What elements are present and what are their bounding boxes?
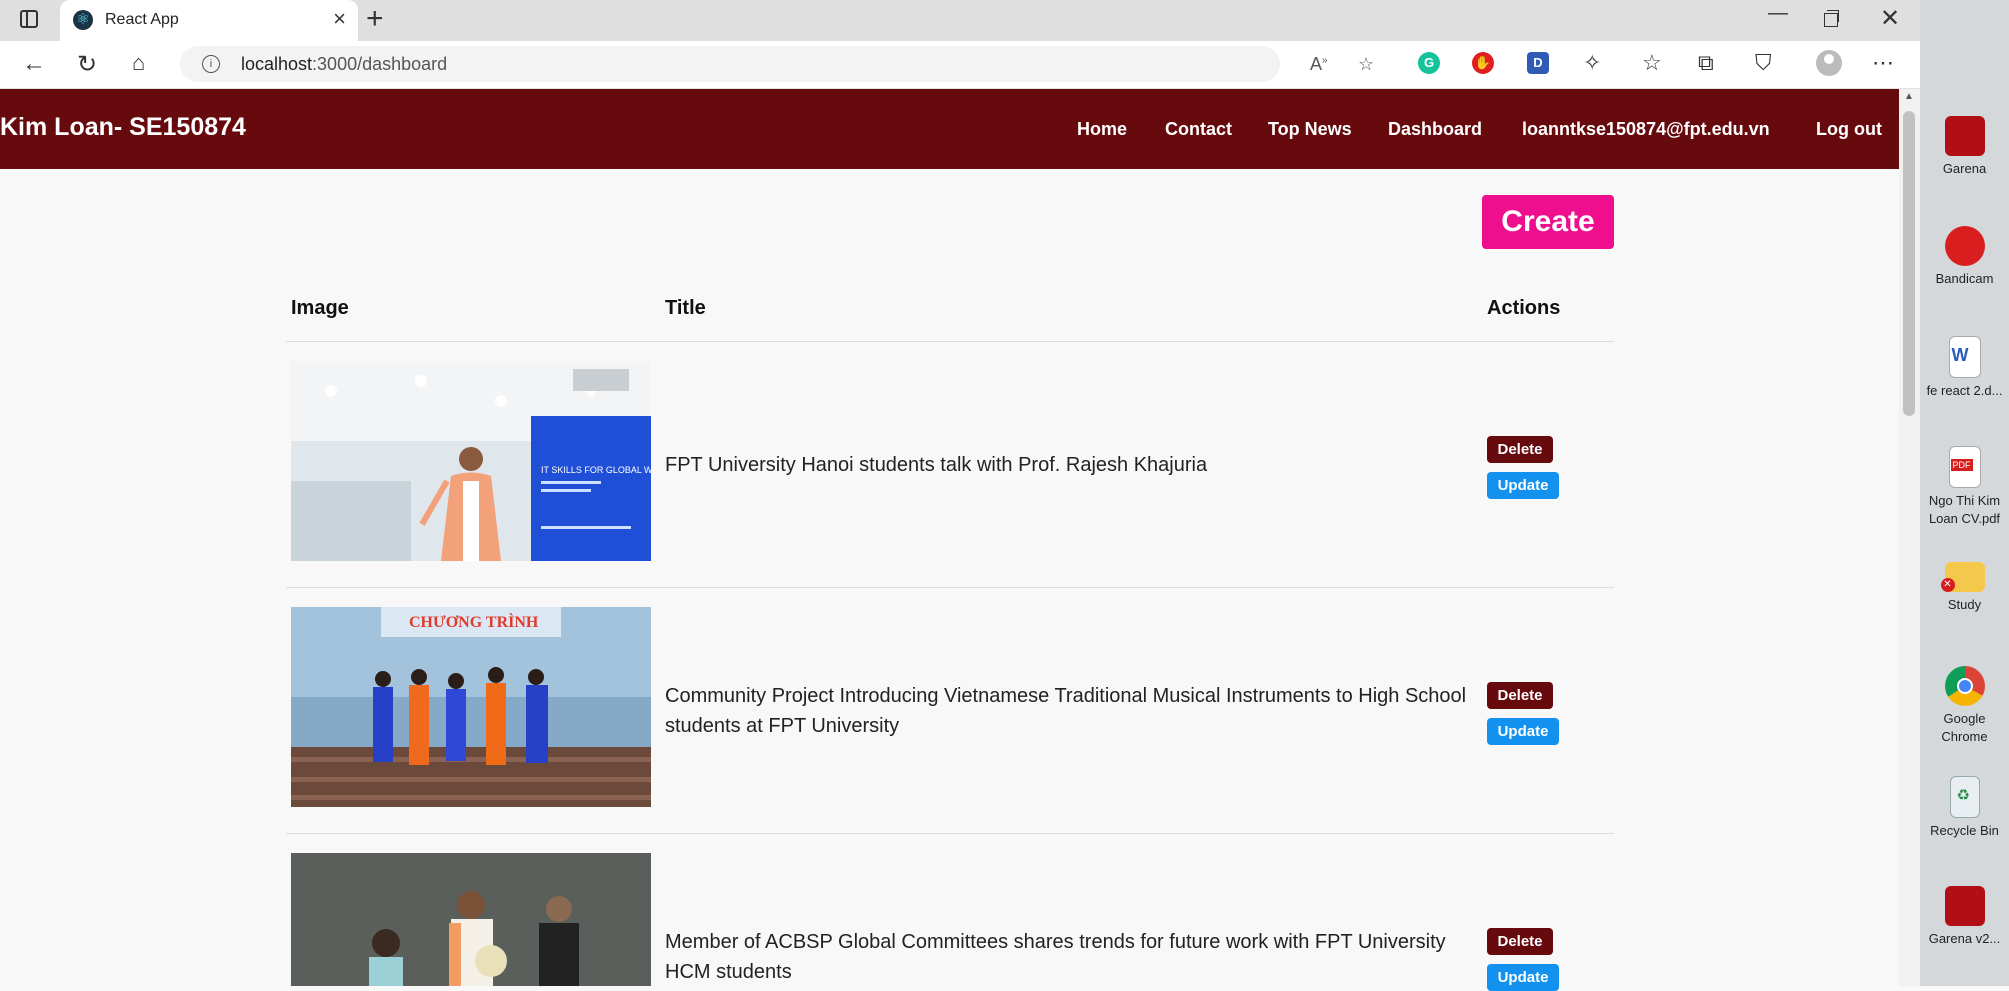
news-thumbnail: IT SKILLS FOR GLOBAL WORKFORCE [291,361,651,561]
react-favicon-icon: ⚛ [73,10,93,30]
desktop-icon-recycle-bin[interactable]: ♻ Recycle Bin [1920,776,2009,840]
word-document-icon: W [1948,336,1981,378]
row-divider [286,587,1614,588]
new-tab-icon[interactable]: + [366,2,384,36]
banner-text: CHƯƠNG TRÌNH [409,612,539,631]
restore-icon[interactable] [1824,10,1839,27]
brand-title[interactable]: Kim Loan- SE150874 [0,113,246,142]
url-text[interactable]: localhost:3000/dashboard [241,54,447,75]
update-button[interactable]: Update [1487,718,1559,745]
desktop-icon-chrome[interactable]: Google Chrome [1920,666,2009,746]
nav-contact[interactable]: Contact [1165,119,1232,140]
desktop-icon-label: Garena v2... [1928,931,2001,946]
browser-tab-bar: ⚛ React App × + — ✕ [0,0,1920,41]
nav-logout[interactable]: Log out [1816,119,1882,140]
desktop-icon-study-folder[interactable]: ✕ Study [1920,556,2009,614]
grammarly-extension-icon[interactable]: G [1418,52,1440,74]
profile-avatar[interactable] [1816,50,1842,76]
chrome-icon [1944,666,1985,706]
column-header-image: Image [291,297,349,319]
nav-home[interactable]: Home [1077,119,1127,140]
pdf-file-icon: PDF [1948,446,1981,488]
desktop-icon-bandicam[interactable]: Bandicam [1920,226,2009,288]
browser-tab[interactable]: ⚛ React App × [60,0,358,41]
row-divider [286,833,1614,834]
header-divider [286,341,1614,342]
garena-icon [1944,116,1985,156]
create-button[interactable]: Create [1482,195,1614,249]
minimize-icon[interactable]: — [1768,2,1788,25]
extensions-icon[interactable]: ✧ [1583,50,1601,76]
desktop-icon-garena[interactable]: Garena [1920,116,2009,178]
desktop-icon-label: Recycle Bin [1930,823,1999,838]
browser-essentials-icon[interactable]: ⛉ [1755,50,1772,76]
tab-close-icon[interactable]: × [333,6,346,32]
desktop-area: Garena Bandicam W fe react 2.d... PDF Ng… [1920,0,2009,986]
collections-icon[interactable]: ⧉ [1698,50,1714,76]
desktop-icon-label: Ngo Thi Kim Loan CV.pdf [1928,493,2001,526]
column-header-actions: Actions [1487,297,1561,319]
row-title: Member of ACBSP Global Committees shares… [665,931,1446,983]
update-button[interactable]: Update [1487,964,1559,991]
bandicam-icon [1944,226,1985,266]
tab-actions-icon[interactable] [20,10,38,28]
delete-button[interactable]: Delete [1487,682,1553,709]
nav-top-news[interactable]: Top News [1268,119,1352,140]
nav-user-email[interactable]: loanntkse150874@fpt.edu.vn [1522,119,1770,140]
more-menu-icon[interactable]: ⋯ [1872,50,1894,76]
slide-text: IT SKILLS FOR GLOBAL WORKFORCE [541,465,651,475]
row-title: FPT University Hanoi students talk with … [665,454,1208,476]
favorites-icon[interactable]: ☆ [1642,50,1662,76]
desktop-icon-label: fe react 2.d... [1926,383,2003,398]
column-header-title: Title [665,297,706,319]
desktop-icon-label: Study [1947,597,1982,612]
desktop-icon-label: Garena [1942,161,1987,176]
site-info-icon[interactable]: i [202,55,220,73]
desktop-icon-label: Google Chrome [1941,711,1988,744]
address-toolbar: ← ↻ ⌂ i localhost:3000/dashboard A» ☆ [0,41,1920,89]
news-thumbnail [291,853,651,986]
update-button[interactable]: Update [1487,472,1559,499]
nav-dashboard[interactable]: Dashboard [1388,119,1482,140]
adblock-extension-icon[interactable]: ✋ [1472,52,1494,74]
delete-button[interactable]: Delete [1487,436,1553,463]
news-thumbnail: CHƯƠNG TRÌNH [291,607,651,807]
read-aloud-icon[interactable]: A» [1310,54,1328,75]
home-icon[interactable]: ⌂ [132,50,145,76]
desktop-icon-pdf[interactable]: PDF Ngo Thi Kim Loan CV.pdf [1920,446,2009,528]
desktop-icon-label: Bandicam [1935,271,1994,286]
window-close-icon[interactable]: ✕ [1880,4,1900,33]
scroll-up-icon[interactable]: ▲ [1904,91,1914,102]
recycle-bin-icon: ♻ [1949,776,1980,818]
row-title: Community Project Introducing Vietnamese… [665,685,1467,737]
d-extension-icon[interactable]: D [1527,52,1549,74]
folder-icon: ✕ [1940,562,1985,592]
tab-title: React App [105,11,179,28]
delete-button[interactable]: Delete [1487,928,1553,955]
page-scrollbar[interactable]: ▲ [1899,89,1920,986]
back-icon[interactable]: ← [22,50,46,78]
garena-icon [1944,886,1985,926]
add-favorite-icon[interactable]: ☆ [1358,54,1374,75]
address-field[interactable]: i localhost:3000/dashboard A» ☆ [180,46,1374,82]
scroll-thumb[interactable] [1903,111,1915,416]
refresh-icon[interactable]: ↻ [77,50,97,79]
app-navbar: Kim Loan- SE150874 Home Contact Top News… [0,89,1899,169]
desktop-icon-word-doc[interactable]: W fe react 2.d... [1920,336,2009,400]
desktop-icon-garena-v2[interactable]: Garena v2... [1920,886,2009,948]
